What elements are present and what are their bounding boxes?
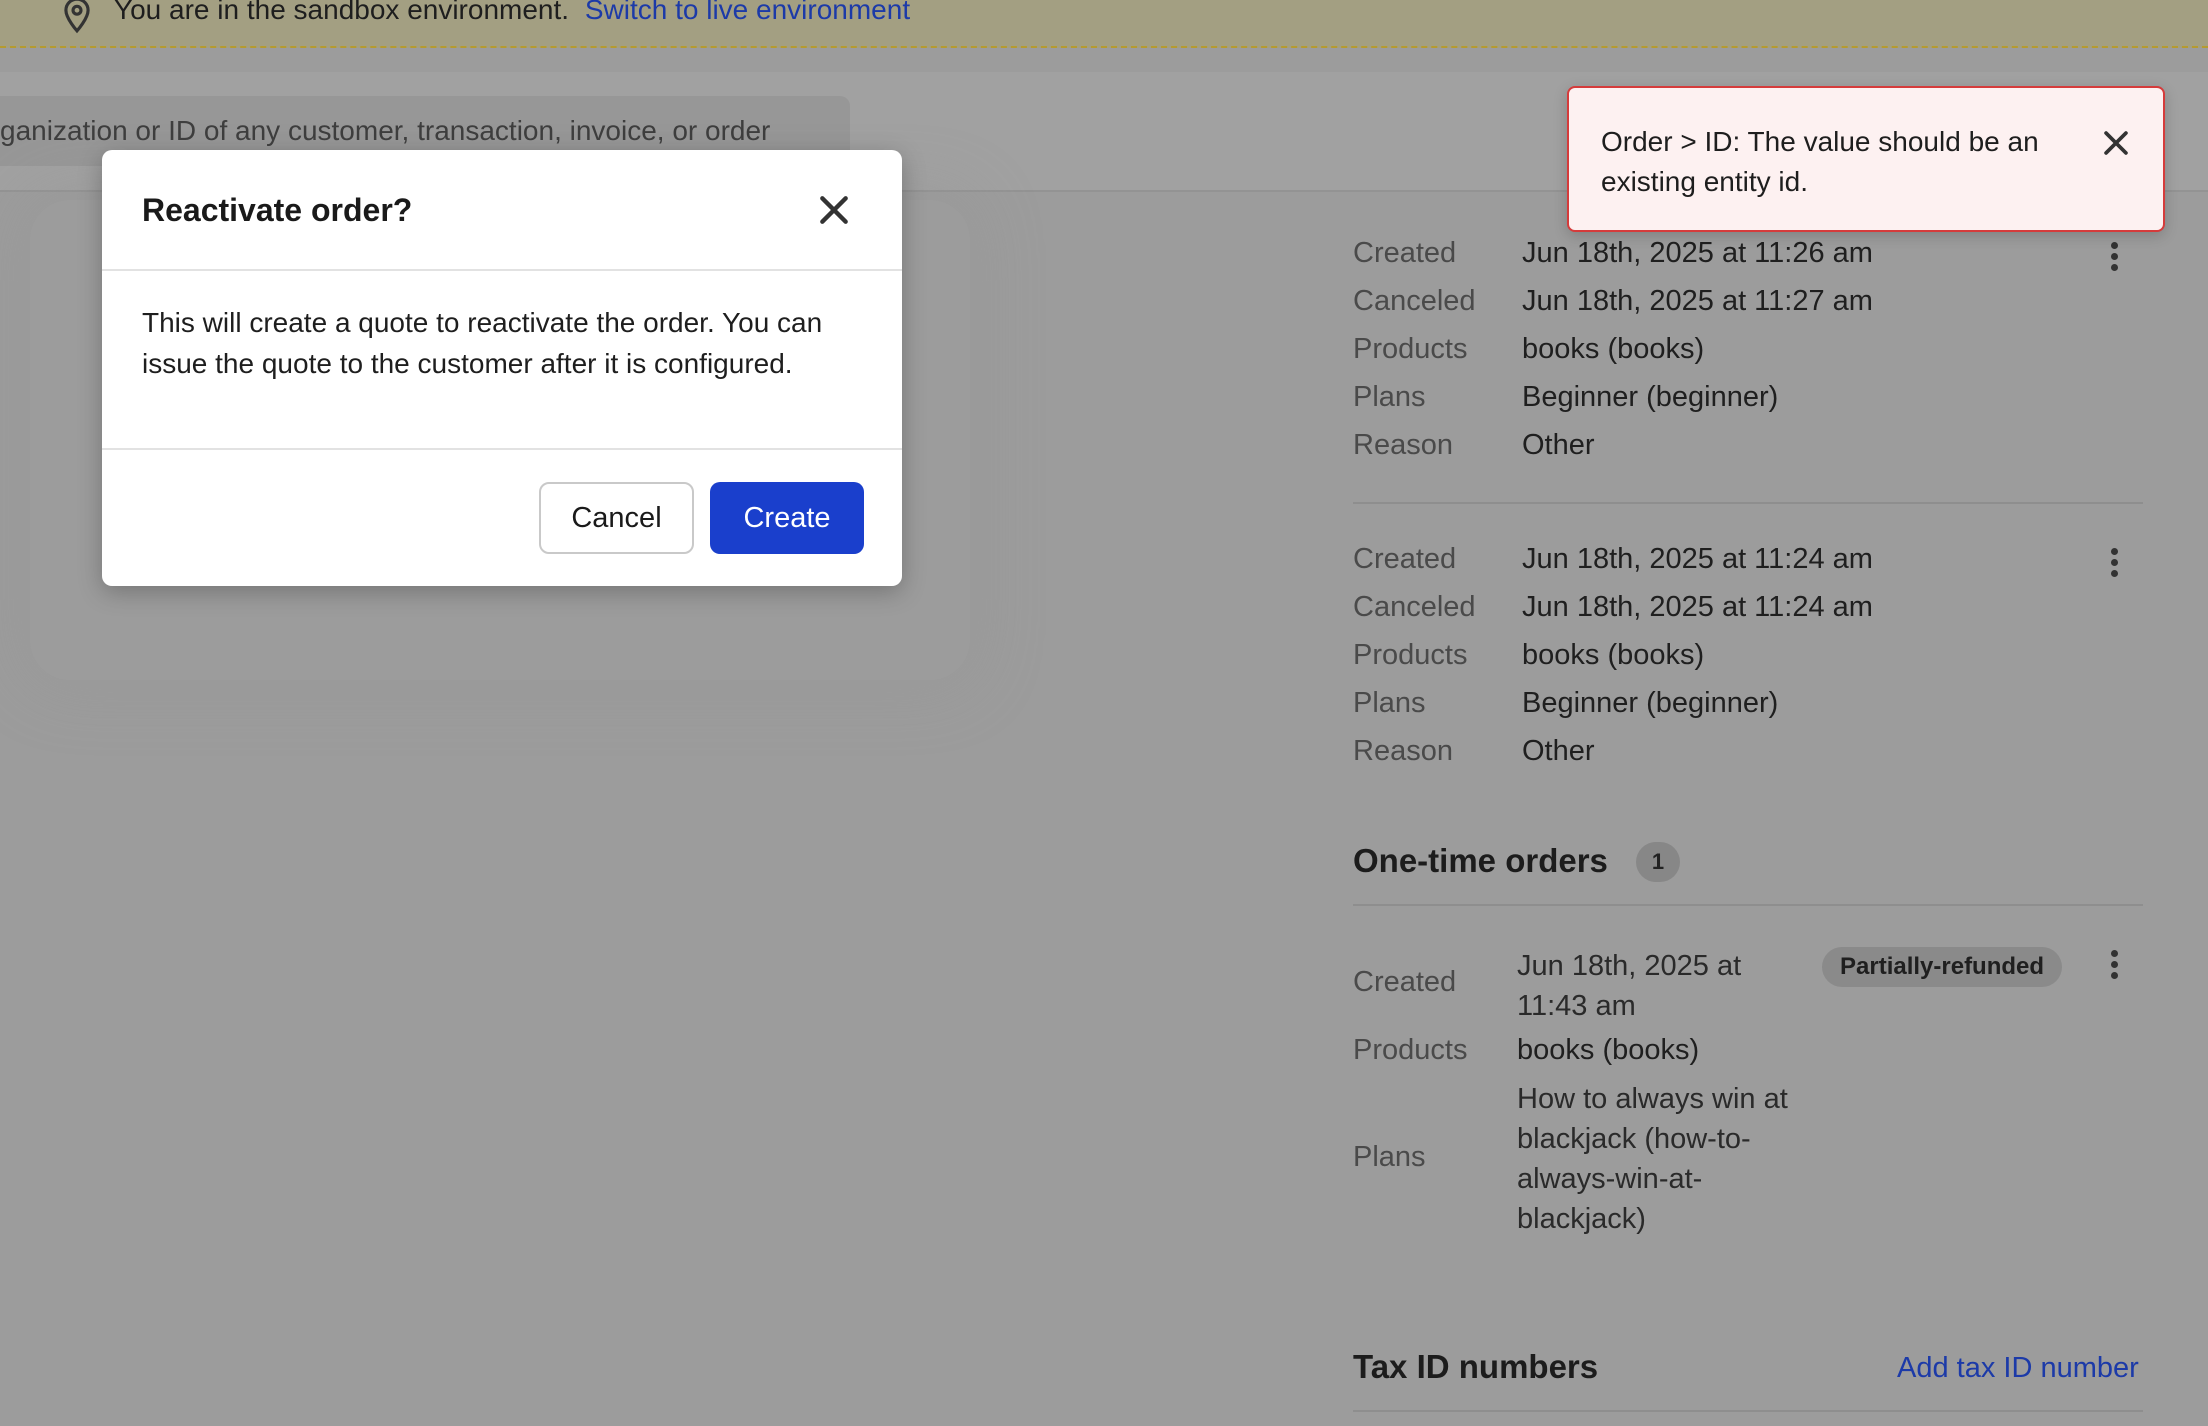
create-button[interactable]: Create — [710, 482, 864, 554]
tax-id-numbers-title: Tax ID numbers — [1353, 1348, 1599, 1385]
dialog-body-text: This will create a quote to reactivate t… — [142, 307, 823, 379]
field-label: Products — [1353, 1034, 1468, 1066]
plans-line: blackjack (how-to- — [1517, 1123, 1751, 1155]
field-label: Reason — [1353, 735, 1453, 767]
field-value: Beginner (beginner) — [1522, 381, 1779, 413]
field-value: Jun 18th, 2025 at 11:24 am — [1522, 543, 1873, 575]
field-label: Created — [1353, 966, 1457, 998]
add-tax-id-link[interactable]: Add tax ID number — [1897, 1352, 2139, 1385]
field-value: books (books) — [1522, 639, 1705, 671]
field-value: Other — [1522, 735, 1595, 767]
field-value: books (books) — [1517, 1034, 1700, 1066]
field-label: Products — [1353, 639, 1468, 671]
field-value: Jun 18th, 2025 at 11:26 am — [1522, 237, 1873, 269]
field-label: Canceled — [1353, 285, 1476, 317]
more-actions-icon[interactable] — [2099, 544, 2129, 584]
field-value: Jun 18th, 2025 at 11:24 am — [1522, 591, 1873, 623]
field-label: Plans — [1353, 381, 1426, 413]
field-label: Plans — [1353, 1141, 1426, 1173]
reactivate-order-dialog: Reactivate order? This will create a quo… — [102, 150, 902, 586]
more-actions-icon[interactable] — [2099, 946, 2129, 986]
field-value: Other — [1522, 429, 1595, 461]
switch-environment-link[interactable]: Switch to live environment — [585, 0, 910, 25]
created-date-line: Jun 18th, 2025 at — [1517, 950, 1742, 982]
one-time-orders-count-badge: 1 — [1636, 842, 1680, 882]
field-value: Beginner (beginner) — [1522, 687, 1779, 719]
close-icon[interactable] — [814, 190, 854, 230]
plans-line: always-win-at- — [1517, 1163, 1703, 1195]
field-label: Plans — [1353, 687, 1426, 719]
divider — [1353, 502, 2143, 504]
cancel-button[interactable]: Cancel — [539, 482, 694, 554]
status-badge: Partially-refunded — [1822, 947, 2063, 987]
toast-message: Order > ID: The value should be an exist… — [1601, 126, 2039, 197]
field-label: Created — [1353, 237, 1457, 269]
one-time-orders-title: One-time orders — [1353, 842, 1608, 879]
field-value: books (books) — [1522, 333, 1705, 365]
dialog-divider — [102, 269, 902, 271]
dialog-divider — [102, 448, 902, 450]
plans-line: How to always win at — [1517, 1083, 1788, 1115]
field-label: Reason — [1353, 429, 1453, 461]
divider — [1353, 904, 2143, 906]
created-time-line: 11:43 am — [1517, 990, 1636, 1022]
search-placeholder: ganization or ID of any customer, transa… — [0, 115, 771, 146]
location-pin-icon — [64, 0, 90, 34]
banner-text-wrap: You are in the sandbox environment. Swit… — [114, 0, 910, 26]
sandbox-banner: You are in the sandbox environment. Swit… — [0, 0, 2208, 48]
more-actions-icon[interactable] — [2099, 238, 2129, 278]
dialog-title: Reactivate order? — [142, 192, 413, 228]
field-value: Jun 18th, 2025 at 11:27 am — [1522, 285, 1873, 317]
error-toast: Order > ID: The value should be an exist… — [1567, 86, 2165, 232]
field-label: Products — [1353, 333, 1468, 365]
divider — [1353, 1410, 2143, 1412]
field-label: Canceled — [1353, 591, 1476, 623]
plans-value: How to always win at blackjack (how-to- … — [1517, 1079, 1788, 1239]
plans-line: blackjack) — [1517, 1203, 1646, 1235]
created-value: Jun 18th, 2025 at 11:43 am — [1517, 946, 1741, 1026]
field-label: Created — [1353, 543, 1457, 575]
banner-message: You are in the sandbox environment. — [114, 0, 570, 25]
close-icon[interactable] — [2099, 126, 2133, 160]
